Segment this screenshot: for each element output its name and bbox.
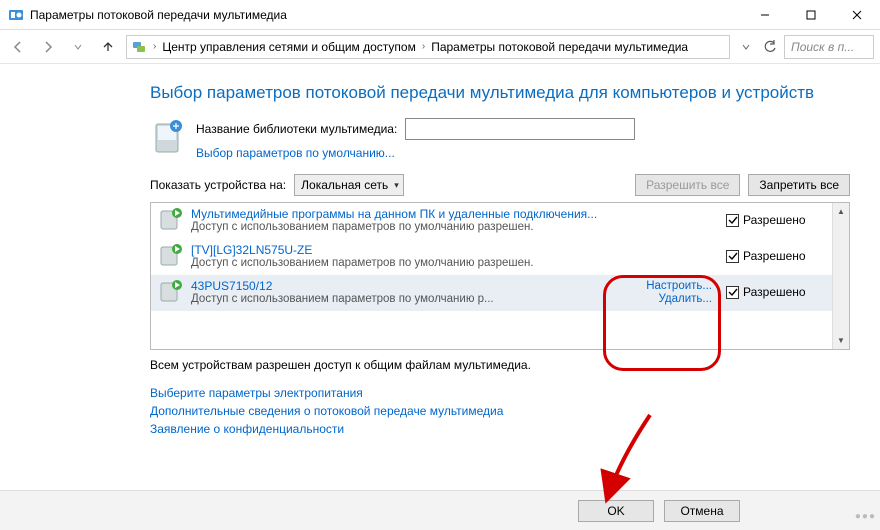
footer-bar: OK Отмена	[0, 490, 880, 530]
block-all-button[interactable]: Запретить все	[748, 174, 850, 196]
app-icon	[8, 7, 24, 23]
more-info-link[interactable]: Дополнительные сведения о потоковой пере…	[150, 404, 850, 418]
minimize-button[interactable]	[742, 0, 788, 30]
breadcrumb-item[interactable]: Параметры потоковой передачи мультимедиа	[431, 40, 688, 54]
page-title: Выбор параметров потоковой передачи муль…	[150, 82, 850, 104]
up-button[interactable]	[96, 35, 120, 59]
window-title: Параметры потоковой передачи мультимедиа	[30, 8, 742, 22]
allow-checkbox[interactable]	[726, 250, 739, 263]
window-buttons	[742, 0, 880, 30]
breadcrumb[interactable]: › Центр управления сетями и общим доступ…	[126, 35, 730, 59]
link-list: Выберите параметры электропитания Дополн…	[150, 386, 850, 436]
library-name-input[interactable]	[405, 118, 635, 140]
allow-label: Разрешено	[743, 249, 806, 263]
allow-checkbox[interactable]	[726, 214, 739, 227]
device-icon	[159, 279, 183, 305]
device-icon	[159, 243, 183, 269]
library-section: Название библиотеки мультимедиа: Выбор п…	[150, 118, 850, 160]
back-button[interactable]	[6, 35, 30, 59]
configure-link[interactable]: Настроить...	[646, 280, 712, 292]
nav-bar: › Центр управления сетями и общим доступ…	[0, 30, 880, 64]
allow-label: Разрешено	[743, 213, 806, 227]
library-icon	[150, 118, 186, 158]
privacy-link[interactable]: Заявление о конфиденциальности	[150, 422, 850, 436]
dropdown-history-icon[interactable]	[736, 37, 756, 57]
refresh-icon[interactable]	[760, 37, 780, 57]
device-icon	[159, 207, 183, 233]
close-button[interactable]	[834, 0, 880, 30]
remove-link[interactable]: Удалить...	[659, 293, 713, 305]
scrollbar[interactable]: ▲ ▼	[832, 203, 849, 349]
title-bar: Параметры потоковой передачи мультимедиа	[0, 0, 880, 30]
device-subtitle: Доступ с использованием параметров по ум…	[191, 293, 638, 305]
cancel-button[interactable]: Отмена	[664, 500, 740, 522]
search-input[interactable]: Поиск в п...	[784, 35, 874, 59]
recent-button[interactable]	[66, 35, 90, 59]
scroll-down-icon[interactable]: ▼	[833, 332, 849, 349]
defaults-link[interactable]: Выбор параметров по умолчанию...	[196, 146, 635, 160]
library-label: Название библиотеки мультимедиа:	[196, 122, 397, 136]
device-row[interactable]: [TV][LG]32LN575U-ZE Доступ с использован…	[151, 239, 832, 275]
device-row[interactable]: Мультимедийные программы на данном ПК и …	[151, 203, 832, 239]
maximize-button[interactable]	[788, 0, 834, 30]
device-title: 43PUS7150/12	[191, 279, 638, 293]
device-title: Мультимедийные программы на данном ПК и …	[191, 207, 718, 221]
forward-button[interactable]	[36, 35, 60, 59]
allow-all-button[interactable]: Разрешить все	[635, 174, 740, 196]
main-content: Выбор параметров потоковой передачи муль…	[0, 64, 880, 436]
breadcrumb-item[interactable]: Центр управления сетями и общим доступом	[162, 40, 416, 54]
network-combo[interactable]: Локальная сеть ▾	[294, 174, 404, 196]
device-title: [TV][LG]32LN575U-ZE	[191, 243, 718, 257]
show-devices-row: Показать устройства на: Локальная сеть ▾…	[150, 174, 850, 196]
power-link[interactable]: Выберите параметры электропитания	[150, 386, 850, 400]
device-list: Мультимедийные программы на данном ПК и …	[150, 202, 850, 350]
status-text: Всем устройствам разрешен доступ к общим…	[150, 358, 850, 372]
network-icon	[131, 39, 147, 55]
allow-label: Разрешено	[743, 285, 806, 299]
scroll-up-icon[interactable]: ▲	[833, 203, 849, 220]
device-subtitle: Доступ с использованием параметров по ум…	[191, 221, 718, 233]
resize-grip-icon: ●●●	[855, 511, 876, 522]
chevron-down-icon: ▾	[394, 180, 399, 191]
chevron-right-icon: ›	[422, 41, 425, 52]
device-subtitle: Доступ с использованием параметров по ум…	[191, 257, 718, 269]
chevron-right-icon: ›	[153, 41, 156, 52]
show-devices-label: Показать устройства на:	[150, 178, 286, 192]
ok-button[interactable]: OK	[578, 500, 654, 522]
device-row[interactable]: 43PUS7150/12 Доступ с использованием пар…	[151, 275, 832, 311]
allow-checkbox[interactable]	[726, 286, 739, 299]
